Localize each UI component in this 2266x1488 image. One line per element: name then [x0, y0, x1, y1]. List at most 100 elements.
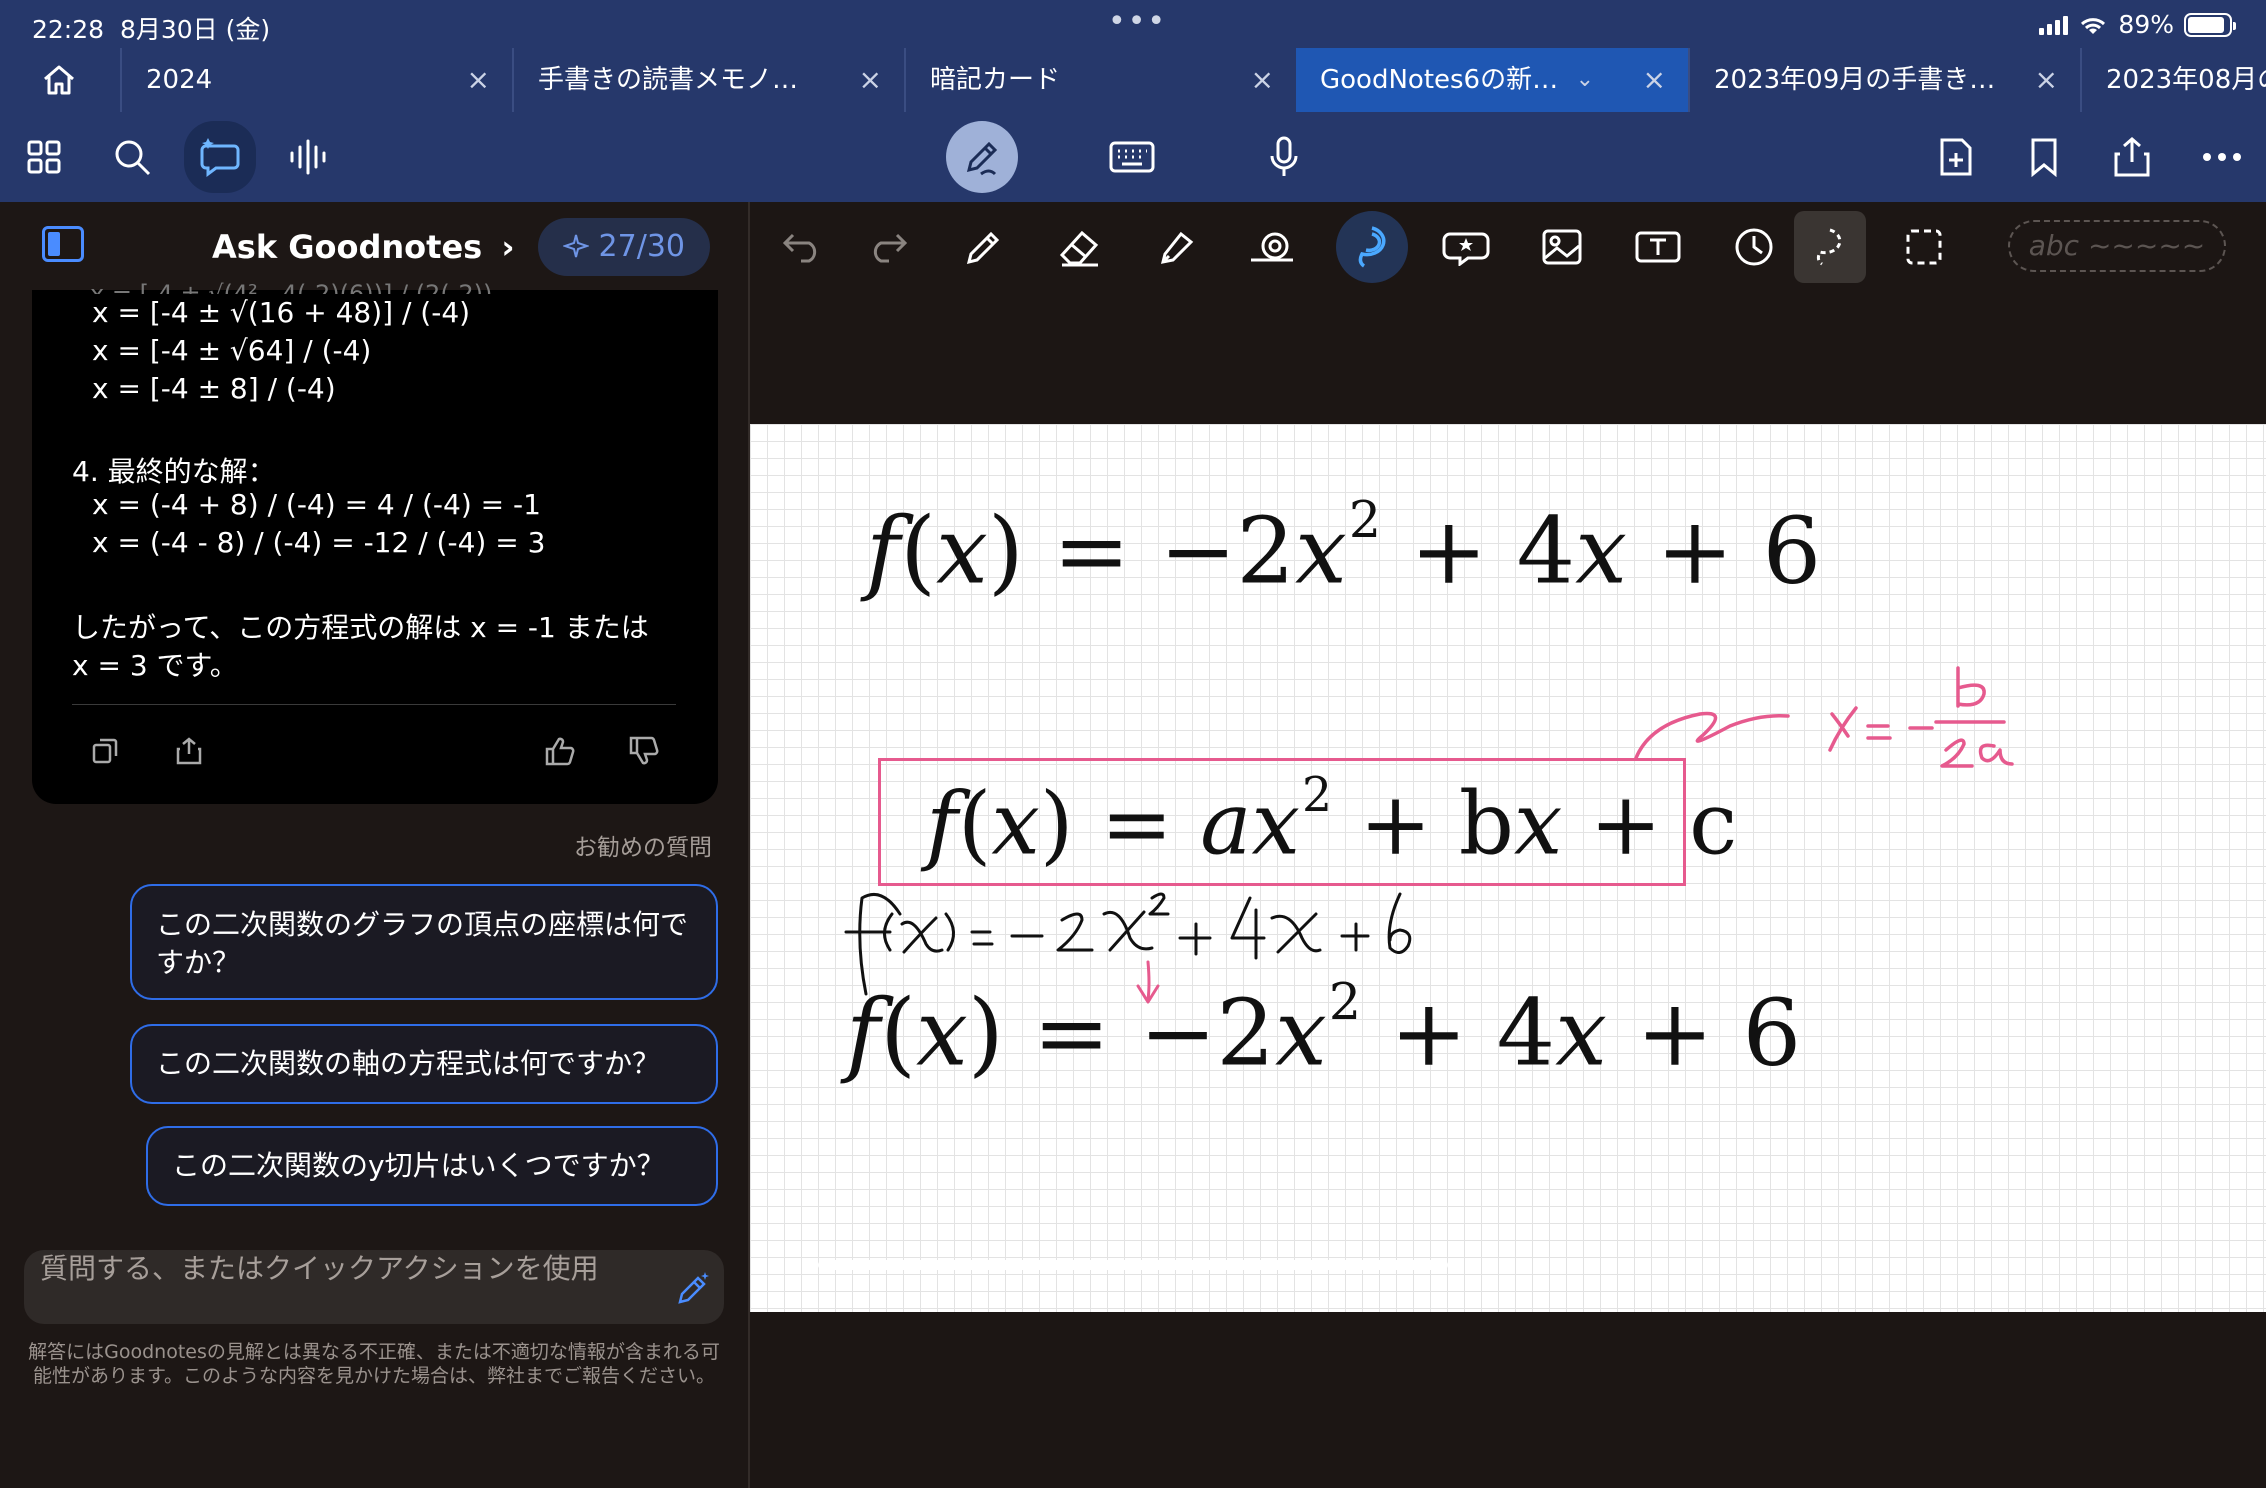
- tab-close-icon[interactable]: ×: [1251, 48, 1274, 112]
- suggestion-y-intercept[interactable]: この二次関数のy切片はいくつですか？: [146, 1126, 718, 1206]
- battery-percent: 89%: [2118, 10, 2174, 39]
- copy-icon: [92, 738, 118, 764]
- clock-icon: [1735, 228, 1773, 266]
- search-icon: [115, 140, 151, 176]
- sticker-tool-button[interactable]: [1436, 217, 1496, 277]
- thumbs-up-icon: [545, 737, 575, 766]
- pen-tool-button[interactable]: [954, 217, 1014, 277]
- answer-step-heading: 4. 最終的な解：: [72, 455, 276, 488]
- status-time: 22:28 8月30日 (金): [32, 15, 271, 44]
- tab-label: 2023年09月の手書き…: [1714, 65, 1996, 95]
- quick-action-button[interactable]: [674, 1270, 712, 1310]
- answer-conclusion: x = 3 です。: [72, 649, 238, 682]
- question-input[interactable]: 質問する、またはクイックアクションを使用: [24, 1250, 724, 1324]
- battery-icon: [2184, 12, 2236, 37]
- tab-close-icon[interactable]: ×: [1643, 48, 1666, 112]
- handwritten-equation[interactable]: [750, 424, 2266, 1312]
- shape-icon: [1251, 232, 1293, 262]
- answer-line: x = (-4 + 8) / (-4) = 4 / (-4) = -1: [92, 488, 541, 521]
- pen-mode-button[interactable]: [946, 121, 1018, 193]
- tab-label: GoodNotes6の新…: [1320, 65, 1559, 95]
- tab-2023-09[interactable]: 2023年09月の手書き… ×: [1688, 48, 2080, 112]
- panel-title[interactable]: Ask Goodnotes ›: [212, 228, 515, 266]
- answer-line: x = (-4 - 8) / (-4) = -12 / (-4) = 3: [92, 526, 546, 559]
- answer-line: x = [-4 ± 8] / (-4): [92, 372, 336, 405]
- rect-select-button[interactable]: [1894, 217, 1954, 277]
- shape-tool-button[interactable]: [1242, 217, 1302, 277]
- audio-waveform-icon: [290, 139, 326, 175]
- home-indicator[interactable]: [818, 1260, 1448, 1270]
- tab-flashcards[interactable]: 暗記カード ×: [904, 48, 1296, 112]
- tab-reading-memo[interactable]: 手書きの読書メモノ… ×: [512, 48, 904, 112]
- lasso-select-button[interactable]: [1794, 211, 1866, 283]
- more-icon: [2203, 153, 2241, 161]
- multitasking-dots[interactable]: •••: [1108, 4, 1167, 39]
- add-page-button[interactable]: [1926, 127, 1986, 187]
- tab-close-icon[interactable]: ×: [467, 48, 490, 112]
- lasso-select-icon: [1816, 228, 1842, 266]
- bookmark-button[interactable]: [2014, 127, 2074, 187]
- sidebar-toggle-icon[interactable]: [42, 226, 84, 262]
- audio-button[interactable]: [278, 127, 338, 187]
- share-answer-button[interactable]: [174, 736, 204, 773]
- chevron-down-icon[interactable]: ⌄: [1576, 48, 1594, 112]
- divider: [72, 704, 676, 705]
- eraser-tool-button[interactable]: [1050, 217, 1110, 277]
- tab-label: 2023年08月の: [2106, 65, 2266, 95]
- copy-button[interactable]: [90, 736, 120, 773]
- share-icon: [176, 737, 202, 765]
- share-button[interactable]: [2102, 127, 2162, 187]
- input-placeholder: 質問する、またはクイックアクションを使用: [40, 1252, 599, 1285]
- eraser-icon: [1059, 230, 1099, 267]
- tab-2023-08[interactable]: 2023年08月の: [2080, 48, 2266, 112]
- ai-lasso-tool-button[interactable]: [1336, 211, 1408, 283]
- ask-goodnotes-button[interactable]: [184, 121, 256, 193]
- home-icon: [44, 65, 74, 95]
- tab-label: 暗記カード: [930, 65, 1061, 95]
- chevron-right-icon: ›: [501, 228, 515, 266]
- note-page[interactable]: f(x) = −2x2 + 4x + 6 f(x) = ax2 + bx + c: [750, 424, 2266, 1312]
- keyboard-button[interactable]: [1102, 127, 1162, 187]
- search-button[interactable]: [102, 127, 162, 187]
- sticker-icon: [1442, 232, 1490, 266]
- thumbs-down-button[interactable]: [628, 736, 660, 773]
- suggestion-vertex[interactable]: この二次関数のグラフの頂点の座標は何ですか？: [130, 884, 718, 1000]
- image-tool-button[interactable]: [1532, 217, 1592, 277]
- more-button[interactable]: [2192, 127, 2252, 187]
- main-toolbar: [0, 112, 2266, 202]
- tab-label: 2024: [146, 65, 213, 95]
- highlighter-tool-button[interactable]: [1146, 217, 1206, 277]
- tab-goodnotes6[interactable]: GoodNotes6の新… ⌄ ×: [1296, 48, 1688, 112]
- thumbs-up-button[interactable]: [544, 736, 576, 773]
- home-button[interactable]: [0, 48, 118, 112]
- tool-bar: abc ~~~~~: [750, 202, 2266, 292]
- microphone-icon: [1270, 136, 1298, 176]
- disclaimer-text: 解答にはGoodnotesの見解とは異なる不正確、または不適切な情報が含まれる可…: [28, 1341, 720, 1387]
- undo-icon: [782, 233, 817, 263]
- status-right: 89%: [2039, 10, 2236, 39]
- typeset-equation-3[interactable]: f(x) = −2x2 + 4x + 6: [846, 972, 1801, 1087]
- pen-mode-icon: [966, 141, 998, 176]
- keyboard-icon: [1109, 141, 1155, 173]
- tab-close-icon[interactable]: ×: [859, 48, 882, 112]
- microphone-button[interactable]: [1254, 127, 1314, 187]
- tab-close-icon[interactable]: ×: [2035, 48, 2058, 112]
- text-box-icon: [1635, 231, 1681, 263]
- answer-clipped-line: x = [-4 ± √(4² - 4(-2)(6))] / (2(-2)): [90, 280, 493, 294]
- recommended-label: お勧めの質問: [574, 835, 712, 861]
- undo-button[interactable]: [772, 217, 832, 277]
- ask-goodnotes-panel: Ask Goodnotes › 27/30 x = [-4 ± √(4² - 4…: [0, 202, 748, 1488]
- answer-line: x = [-4 ± √(16 + 48)] / (-4): [92, 296, 471, 329]
- handwriting-input-field[interactable]: abc ~~~~~: [2008, 220, 2226, 272]
- answer-line: x = [-4 ± √64] / (-4): [92, 334, 372, 367]
- tab-bar: 2024 × 手書きの読書メモノ… × 暗記カード × GoodNotes6の新… ⌄ ×…: [0, 48, 2266, 112]
- tab-2024[interactable]: 2024 ×: [120, 48, 512, 112]
- history-tool-button[interactable]: [1724, 217, 1784, 277]
- suggestion-axis[interactable]: この二次関数の軸の方程式は何ですか？: [130, 1024, 718, 1104]
- redo-button[interactable]: [858, 217, 918, 277]
- text-tool-button[interactable]: [1628, 217, 1688, 277]
- answer-card: x = [-4 ± √(4² - 4(-2)(6))] / (2(-2)) x …: [32, 280, 718, 804]
- grid-view-button[interactable]: [14, 127, 74, 187]
- note-canvas: abc ~~~~~ f(x) = −2x2 + 4x + 6 f(x) = ax…: [750, 202, 2266, 1488]
- image-icon: [1542, 229, 1582, 265]
